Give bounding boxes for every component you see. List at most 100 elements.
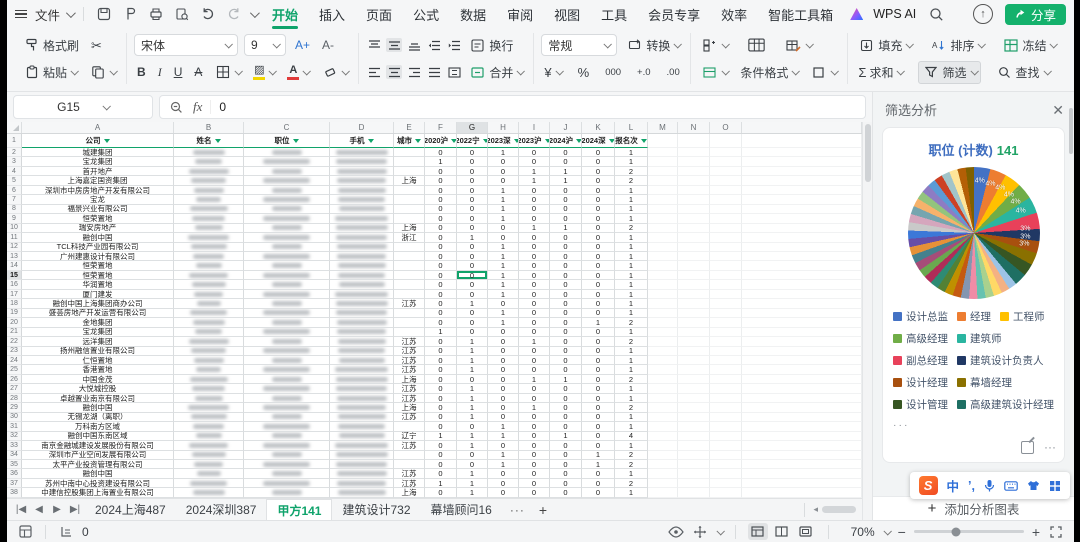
cell-E20[interactable]: [394, 318, 425, 327]
row-header-23[interactable]: 23: [7, 347, 22, 356]
cell-H14[interactable]: 1: [488, 261, 519, 270]
cell-E13[interactable]: [394, 252, 425, 261]
legend-item[interactable]: 高级建筑设计经理: [957, 397, 1054, 412]
cell-M35[interactable]: [648, 460, 678, 469]
cell-O20[interactable]: [710, 318, 742, 327]
cell-E25[interactable]: 江苏: [394, 365, 425, 374]
row-header-13[interactable]: 13: [7, 252, 22, 261]
cell-E35[interactable]: [394, 460, 425, 469]
cell-H36[interactable]: 0: [488, 469, 519, 478]
cell-G35[interactable]: 0: [457, 460, 488, 469]
cell-B12[interactable]: [174, 243, 244, 252]
cell-E36[interactable]: 江苏: [394, 469, 425, 478]
row-header-17[interactable]: 17: [7, 290, 22, 299]
zoom-out-icon[interactable]: −: [898, 524, 906, 540]
cell-H24[interactable]: 0: [488, 356, 519, 365]
header-cell-D[interactable]: 手机: [330, 134, 394, 148]
cell-H18[interactable]: 0: [488, 299, 519, 308]
row-header-7[interactable]: 7: [7, 195, 22, 204]
cell-H15[interactable]: 1: [488, 271, 519, 280]
cell-K30[interactable]: 0: [582, 413, 615, 422]
cell-J29[interactable]: 0: [550, 403, 582, 412]
filter-dropdown-icon[interactable]: [368, 139, 374, 143]
cell-C4[interactable]: [244, 167, 330, 176]
cell-H8[interactable]: 1: [488, 205, 519, 214]
cell-G36[interactable]: 1: [457, 469, 488, 478]
cell-H3[interactable]: 0: [488, 157, 519, 166]
cell-G8[interactable]: 0: [457, 205, 488, 214]
cell-D35[interactable]: [330, 460, 394, 469]
cell-K7[interactable]: 0: [582, 195, 615, 204]
cell-I24[interactable]: 0: [519, 356, 550, 365]
print-preview-icon[interactable]: [172, 4, 192, 24]
vertical-scrollbar[interactable]: [862, 122, 872, 520]
cell-F12[interactable]: 0: [425, 243, 457, 252]
cell-M4[interactable]: [648, 167, 678, 176]
cell-M14[interactable]: [648, 261, 678, 270]
header-cell-K[interactable]: 2024深: [582, 134, 615, 148]
cell-C8[interactable]: [244, 205, 330, 214]
cell-D27[interactable]: [330, 384, 394, 393]
filter-dropdown-icon[interactable]: [104, 139, 110, 143]
cell-A4[interactable]: 首开地产: [22, 167, 174, 176]
currency-button[interactable]: ¥: [541, 64, 564, 81]
cell-A34[interactable]: 深圳市产业空间发展有限公司: [22, 451, 174, 460]
row-header-33[interactable]: 33: [7, 441, 22, 450]
cell-A2[interactable]: 城建集团: [22, 148, 174, 157]
cell-N19[interactable]: [678, 309, 710, 318]
cell-C13[interactable]: [244, 252, 330, 261]
cell-J32[interactable]: 1: [550, 432, 582, 441]
cell-J17[interactable]: 0: [550, 290, 582, 299]
cell-N9[interactable]: [678, 214, 710, 223]
cell-E17[interactable]: [394, 290, 425, 299]
cell-L25[interactable]: 1: [615, 365, 648, 374]
cell-N38[interactable]: [678, 488, 710, 497]
cell-J31[interactable]: 0: [550, 422, 582, 431]
cell-D37[interactable]: [330, 479, 394, 488]
row-header-32[interactable]: 32: [7, 432, 22, 441]
cell-K33[interactable]: 0: [582, 441, 615, 450]
cell-D30[interactable]: [330, 413, 394, 422]
cell-I21[interactable]: 0: [519, 328, 550, 337]
cell-A20[interactable]: 金地集团: [22, 318, 174, 327]
cell-F8[interactable]: 0: [425, 205, 457, 214]
cell-J16[interactable]: 0: [550, 280, 582, 289]
cell-B30[interactable]: [174, 413, 244, 422]
cell-J7[interactable]: 0: [550, 195, 582, 204]
cell-D21[interactable]: [330, 328, 394, 337]
cell-C24[interactable]: [244, 356, 330, 365]
cell-J6[interactable]: 0: [550, 186, 582, 195]
increase-font-icon[interactable]: A+: [292, 36, 313, 54]
cell-D11[interactable]: [330, 233, 394, 242]
cell-F7[interactable]: 0: [425, 195, 457, 204]
cell-A22[interactable]: 远洋集团: [22, 337, 174, 346]
cell-G22[interactable]: 1: [457, 337, 488, 346]
legend-item[interactable]: 设计经理: [893, 375, 948, 390]
cell-E11[interactable]: 浙江: [394, 233, 425, 242]
menu-tab[interactable]: 工具: [600, 1, 628, 28]
cell-H19[interactable]: 1: [488, 309, 519, 318]
cell-K9[interactable]: 0: [582, 214, 615, 223]
cell-J22[interactable]: 0: [550, 337, 582, 346]
cell-A18[interactable]: 融创中国上海集团商办公司: [22, 299, 174, 308]
cell-N24[interactable]: [678, 356, 710, 365]
cell-A16[interactable]: 华润置地: [22, 280, 174, 289]
cell-F28[interactable]: 0: [425, 394, 457, 403]
cell-C25[interactable]: [244, 365, 330, 374]
cell-B31[interactable]: [174, 422, 244, 431]
cell-B27[interactable]: [174, 384, 244, 393]
cell-B23[interactable]: [174, 347, 244, 356]
cell-D29[interactable]: [330, 403, 394, 412]
cell-H31[interactable]: 1: [488, 422, 519, 431]
header-cell-B[interactable]: 姓名: [174, 134, 244, 148]
cell-I3[interactable]: 0: [519, 157, 550, 166]
header-cell-O[interactable]: [710, 134, 742, 148]
cell-M20[interactable]: [648, 318, 678, 327]
cell-L10[interactable]: 2: [615, 224, 648, 233]
sum-button[interactable]: Σ求和: [855, 62, 906, 83]
cell-I26[interactable]: 1: [519, 375, 550, 384]
cell-I27[interactable]: 0: [519, 384, 550, 393]
legend-item[interactable]: 建筑设计负责人: [957, 353, 1044, 368]
cell-F16[interactable]: 0: [425, 280, 457, 289]
cell-B17[interactable]: [174, 290, 244, 299]
